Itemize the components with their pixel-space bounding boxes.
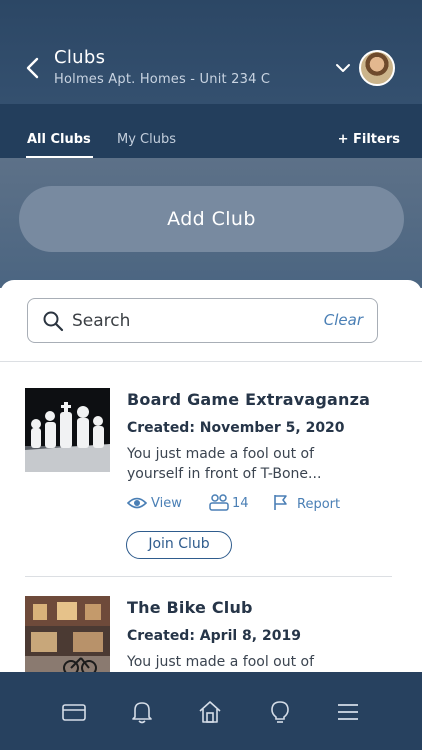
app-header: Clubs Holmes Apt. Homes - Unit 234 C: [0, 0, 422, 104]
chevron-down-icon[interactable]: [334, 60, 352, 76]
add-club-button[interactable]: Add Club: [19, 186, 404, 252]
search-input[interactable]: [72, 308, 302, 334]
lightbulb-icon[interactable]: [267, 699, 293, 725]
club-name[interactable]: Board Game Extravaganza: [127, 390, 370, 409]
club-description: You just made a fool out of yourself in …: [127, 446, 322, 482]
filters-button[interactable]: + Filters: [338, 132, 400, 147]
club-image-bike: [25, 596, 110, 672]
bell-icon[interactable]: [129, 699, 155, 725]
clubs-list-sheet: Clear Board Game Extravaganza Created: N…: [0, 280, 422, 672]
divider: [0, 361, 422, 362]
bottom-navigation: [0, 672, 422, 750]
members-icon: [209, 494, 229, 511]
member-count: 14: [232, 496, 249, 511]
menu-icon[interactable]: [335, 699, 361, 725]
search-icon: [43, 311, 64, 332]
tab-all-clubs[interactable]: All Clubs: [27, 132, 91, 147]
club-created-date: Created: November 5, 2020: [127, 420, 345, 436]
card-icon[interactable]: [61, 699, 87, 725]
chevron-left-icon[interactable]: [22, 56, 44, 80]
eye-icon: [127, 497, 147, 509]
divider: [25, 576, 392, 577]
club-name[interactable]: The Bike Club: [127, 598, 253, 617]
join-club-button[interactable]: Join Club: [126, 531, 232, 559]
search-bar: Clear: [27, 298, 378, 343]
tab-bar: All Clubs My Clubs + Filters: [0, 104, 422, 158]
club-created-date: Created: April 8, 2019: [127, 628, 301, 644]
club-image-chess: [25, 388, 110, 472]
flag-icon: [274, 495, 287, 510]
tab-my-clubs[interactable]: My Clubs: [117, 132, 176, 147]
home-icon[interactable]: [197, 699, 223, 725]
avatar[interactable]: [359, 50, 395, 86]
report-link[interactable]: Report: [297, 497, 340, 512]
clear-button[interactable]: Clear: [324, 311, 363, 329]
add-club-section: Add Club: [0, 158, 422, 288]
page-title: Clubs: [54, 47, 106, 68]
property-subtitle: Holmes Apt. Homes - Unit 234 C: [54, 72, 271, 87]
view-link[interactable]: View: [151, 496, 182, 511]
club-description: You just made a fool out of: [127, 654, 315, 670]
